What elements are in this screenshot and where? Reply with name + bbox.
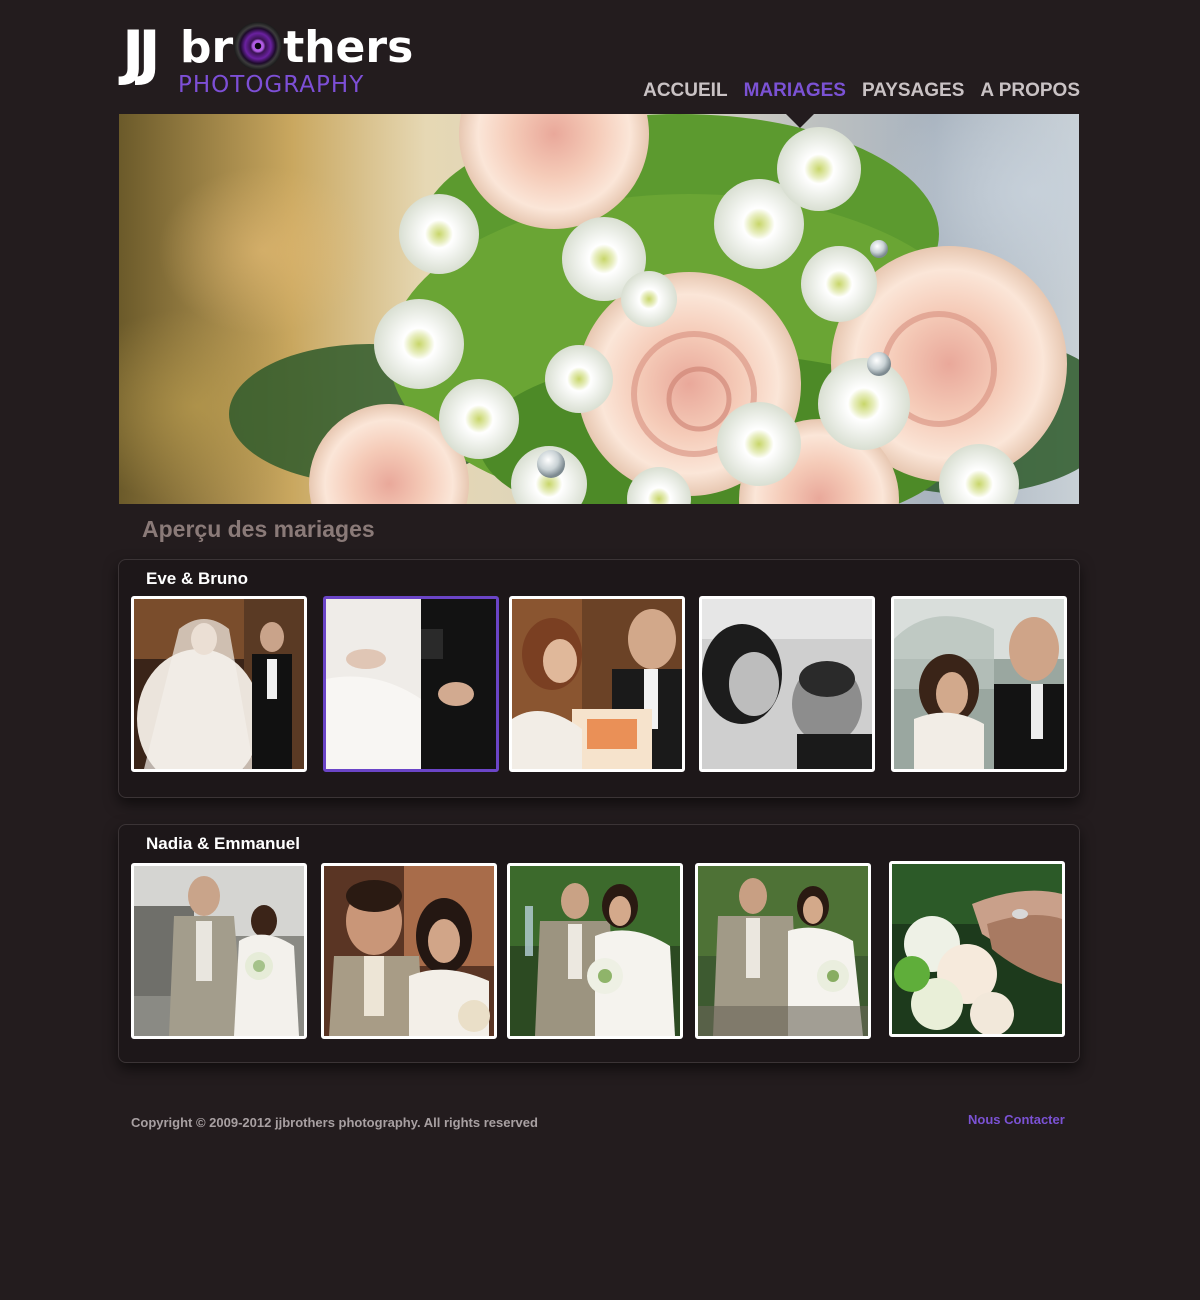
photo-thumbnail[interactable] [321,863,497,1039]
photo-thumbnail[interactable] [889,861,1065,1037]
bouquet-illustration [229,114,1079,504]
camera-lens-icon [234,22,283,70]
logo-word-end: thers [283,22,414,73]
gallery-title: Eve & Bruno [146,569,249,588]
thumbnail-strip [131,861,1071,1039]
logo-wordmark: br thers [180,22,413,74]
photo-thumbnail[interactable] [891,596,1067,772]
gallery-nadia-emmanuel: Nadia & Emmanuel [118,824,1080,1063]
main-nav: ACCUEIL MARIAGES PAYSAGES A PROPOS [643,80,1080,102]
active-nav-pointer [784,112,816,128]
photo-thumbnail[interactable] [507,863,683,1039]
photo-thumbnail[interactable] [131,863,307,1039]
photo-thumbnail[interactable] [131,596,307,772]
photo-thumbnail[interactable] [699,596,875,772]
gallery-eve-bruno: Eve & Bruno [118,559,1080,798]
site-logo[interactable]: JJ br thers PHOTOGRAPHY [122,14,422,104]
photo-thumbnail[interactable] [323,596,499,772]
logo-initials: JJ [122,18,161,88]
nav-item-a-propos[interactable]: A PROPOS [980,80,1080,102]
photo-thumbnail[interactable] [695,863,871,1039]
gallery-title: Nadia & Emmanuel [146,834,300,853]
logo-subtitle: PHOTOGRAPHY [178,72,365,98]
nav-item-accueil[interactable]: ACCUEIL [643,80,727,102]
photo-thumbnail[interactable] [509,596,685,772]
nav-item-paysages[interactable]: PAYSAGES [862,80,964,102]
copyright-text: Copyright © 2009-2012 jjbrothers photogr… [131,1115,538,1130]
thumbnail-strip [131,596,1071,772]
hero-image [119,114,1079,504]
nav-item-mariages[interactable]: MARIAGES [744,80,846,102]
contact-link[interactable]: Nous Contacter [968,1112,1065,1127]
page-title: Aperçu des mariages [142,516,375,542]
logo-word-start: br [180,22,234,73]
